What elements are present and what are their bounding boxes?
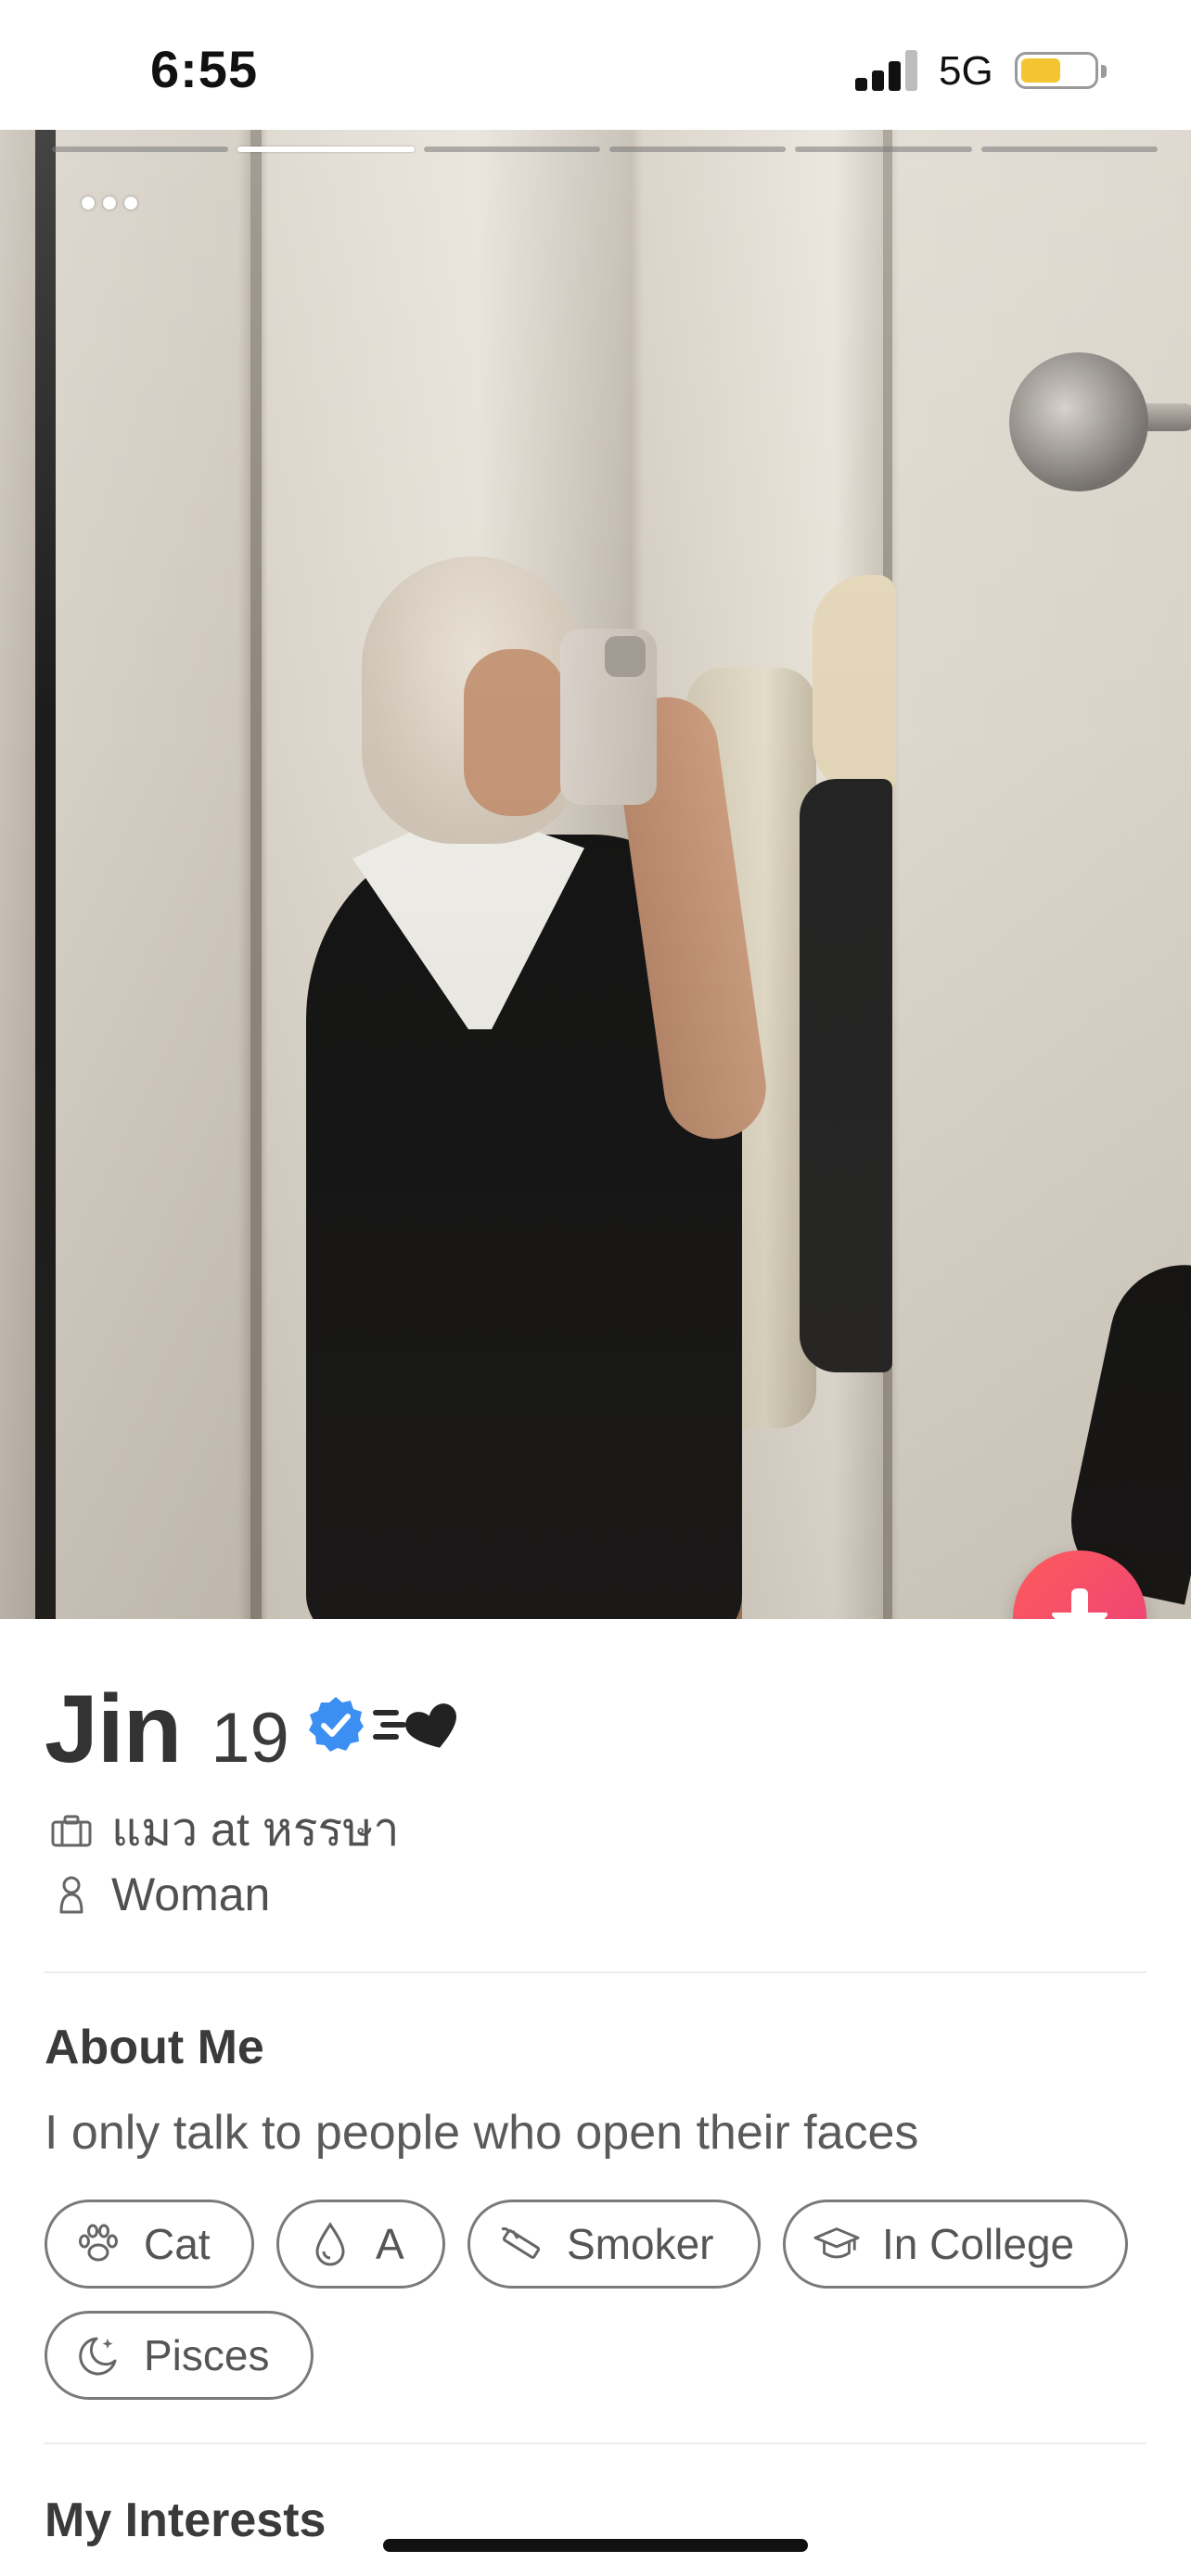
profile-details: Jin 19 แมว at หรรษา Woman About Me I onl…: [0, 1619, 1191, 2576]
my-interests-heading: My Interests: [45, 2493, 327, 2547]
profile-name: Jin: [45, 1676, 182, 1783]
paw-icon: [75, 2221, 122, 2267]
relationship-intent-icon[interactable]: [371, 1697, 475, 1753]
cigarette-icon: [498, 2221, 544, 2267]
battery-icon: [1015, 52, 1107, 89]
photo-progress-segment: [52, 147, 229, 152]
network-type: 5G: [939, 48, 993, 94]
gender-row: Woman: [50, 1868, 270, 1921]
chip-blood-type: A: [276, 2200, 445, 2289]
person-icon: [50, 1873, 93, 1916]
blood-drop-icon: [307, 2221, 353, 2267]
status-bar: 6:55 5G: [0, 0, 1191, 130]
about-me-text: I only talk to people who open their fac…: [45, 2106, 919, 2160]
chip-label: A: [376, 2220, 404, 2268]
name-age-row: Jin 19: [45, 1675, 289, 1783]
chip-label: Pisces: [144, 2331, 270, 2379]
chip-zodiac: Pisces: [45, 2311, 314, 2400]
photo-progress-segment: [980, 147, 1158, 152]
about-me-heading: About Me: [45, 2021, 264, 2074]
divider: [45, 1971, 1146, 1973]
chip-education: In College: [783, 2200, 1128, 2289]
briefcase-icon: [50, 1809, 93, 1852]
gender-text: Woman: [111, 1868, 271, 1920]
chip-label: Smoker: [567, 2220, 714, 2268]
job-text: แมว at หรรษา: [111, 1804, 400, 1855]
chip-pet: Cat: [45, 2200, 254, 2289]
chip-smoking: Smoker: [467, 2200, 761, 2289]
divider: [45, 2442, 1146, 2444]
profile-photo[interactable]: [0, 130, 1191, 1619]
cellular-signal-icon: [855, 48, 920, 91]
photo-progress-indicator: [52, 147, 1158, 154]
verified-badge-icon[interactable]: [306, 1695, 365, 1754]
photo-progress-segment: [237, 147, 415, 152]
chip-label: In College: [882, 2220, 1075, 2268]
moon-stars-icon: [75, 2332, 122, 2378]
photo-progress-segment: [795, 147, 972, 152]
photo-progress-segment: [608, 147, 787, 152]
home-indicator[interactable]: [383, 2539, 808, 2552]
profile-age: 19: [211, 1699, 289, 1778]
status-time: 6:55: [150, 40, 259, 98]
photo-progress-segment: [423, 147, 600, 152]
more-options-icon[interactable]: [82, 193, 152, 213]
chip-label: Cat: [144, 2220, 211, 2268]
job-row: แมว at หรรษา: [50, 1793, 399, 1867]
graduation-cap-icon: [813, 2221, 860, 2267]
